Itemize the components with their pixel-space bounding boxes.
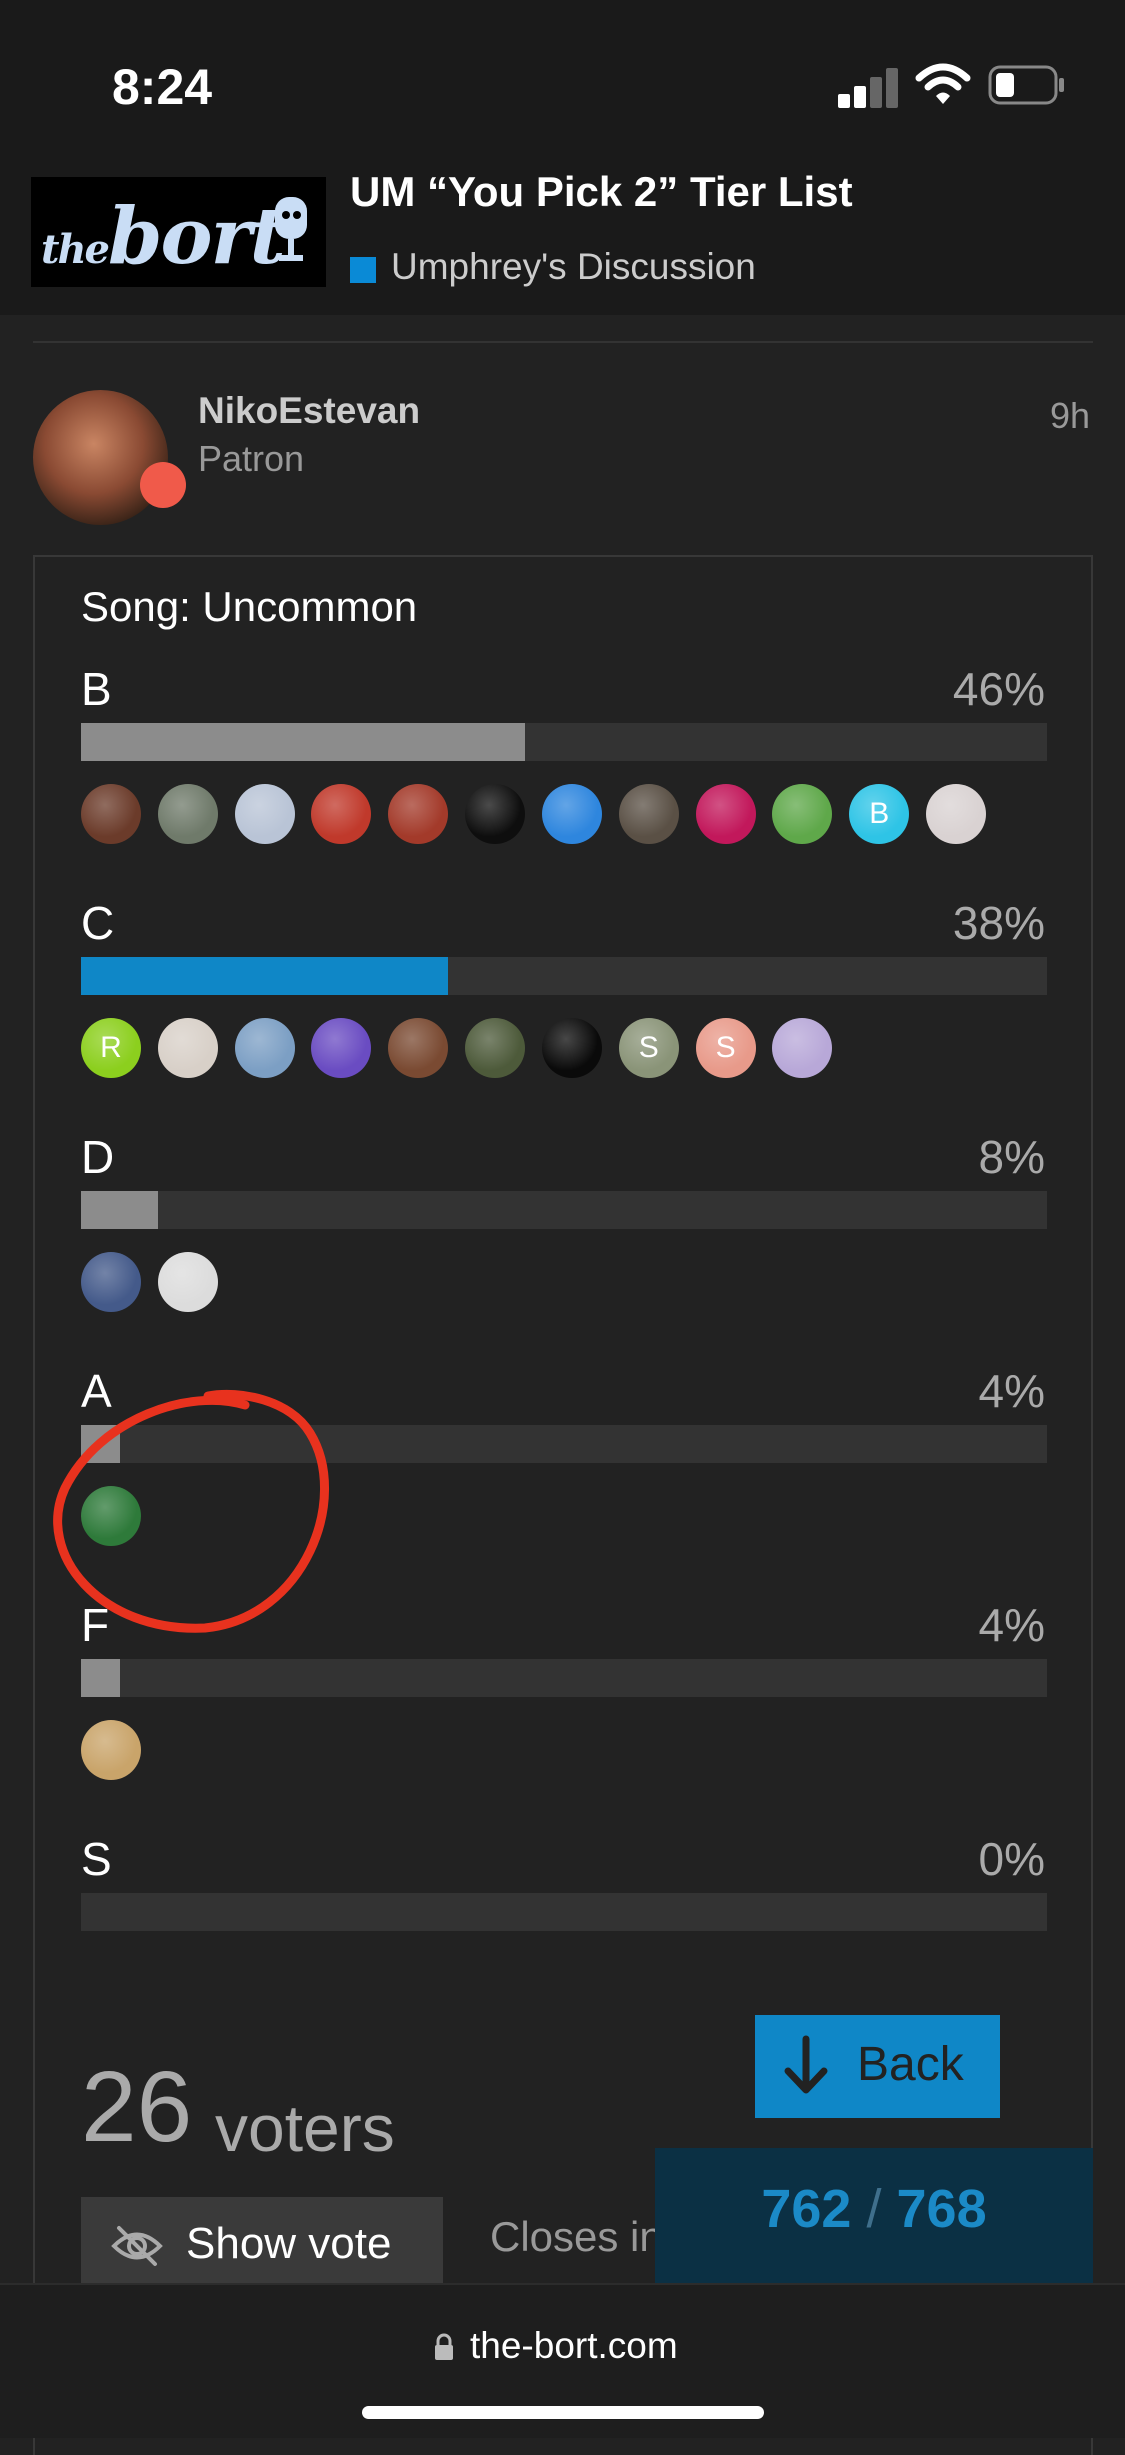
logo-prefix: the — [41, 226, 110, 273]
poll-option-bar — [81, 1893, 1047, 1931]
voter-avatar[interactable] — [388, 1018, 449, 1078]
lock-icon — [435, 2333, 453, 2360]
poll-option-label: C — [81, 897, 115, 949]
show-vote-label: Show vote — [186, 2219, 392, 2268]
poll-option-percent: 4% — [978, 1599, 1045, 1651]
voters-list: R SS — [81, 1018, 1047, 1078]
logo-main: bort — [108, 191, 286, 282]
poll-option-bar — [81, 1659, 1047, 1697]
microphone-icon — [275, 197, 307, 261]
user-status-dot — [140, 462, 186, 508]
poll-option-bar-fill — [81, 957, 449, 995]
poll-close-info: Closes in — [490, 2213, 655, 2260]
divider — [33, 341, 1093, 343]
poll-option-bar — [81, 957, 1047, 995]
back-button[interactable]: Back — [755, 2015, 1000, 2118]
status-time: 8:24 — [112, 59, 213, 115]
progress-separator: / — [866, 2179, 882, 2239]
poll-option-percent: 38% — [952, 897, 1045, 949]
progress-current: 762 — [761, 2179, 852, 2239]
poll-option-bar-fill — [81, 1191, 159, 1229]
voter-avatar[interactable] — [81, 1720, 141, 1780]
voter-avatar[interactable] — [465, 1018, 526, 1078]
poll-option-percent: 8% — [978, 1131, 1045, 1183]
avatar[interactable] — [33, 390, 168, 525]
home-indicator[interactable] — [362, 2406, 764, 2419]
url-text: the-bort.com — [470, 2325, 678, 2366]
poll-option-percent: 46% — [952, 663, 1045, 715]
user-title: Patron — [198, 438, 305, 479]
voter-avatar[interactable] — [695, 784, 756, 844]
voter-avatar[interactable]: S — [695, 1018, 756, 1078]
poll-title: Song: Uncommon — [81, 583, 418, 630]
poll-option-percent: 4% — [978, 1365, 1045, 1417]
voter-avatar[interactable] — [81, 784, 141, 844]
username[interactable]: NikoEstevan — [198, 390, 420, 432]
voter-avatar[interactable] — [311, 784, 372, 844]
arrow-down-icon — [784, 2035, 828, 2094]
category-link[interactable]: Umphrey's Discussion — [391, 246, 756, 288]
category-badge — [350, 257, 376, 283]
poll-option-percent: 0% — [978, 1833, 1045, 1885]
voter-avatar[interactable] — [541, 784, 602, 844]
battery-icon — [988, 65, 1064, 105]
progress-total: 768 — [896, 2179, 987, 2239]
topic-progress[interactable]: 762 / 768 — [655, 2148, 1093, 2283]
poll-option-bar-fill — [81, 1659, 120, 1697]
voters-list — [81, 1720, 1047, 1780]
voter-count-label: voters — [215, 2091, 395, 2165]
voter-avatar[interactable] — [311, 1018, 372, 1078]
poll-option-label: D — [81, 1131, 115, 1183]
voter-avatar[interactable] — [618, 784, 679, 844]
voter-avatar[interactable]: B — [849, 784, 910, 844]
voter-avatar[interactable] — [81, 1252, 141, 1312]
poll-option-bar — [81, 1191, 1047, 1229]
annotation-circle — [53, 1389, 329, 1633]
voter-avatar[interactable] — [772, 784, 833, 844]
poll-option-label: B — [81, 663, 112, 715]
voter-avatar[interactable] — [234, 784, 295, 844]
voter-avatar[interactable] — [541, 1018, 602, 1078]
voter-count: 26 — [81, 2051, 193, 2163]
voters-list: B — [81, 784, 1047, 844]
voter-avatar[interactable]: R — [81, 1018, 141, 1078]
voter-avatar[interactable] — [234, 1018, 295, 1078]
browser-address-bar[interactable]: the-bort.com — [0, 2283, 1125, 2438]
voters-list — [81, 1252, 1047, 1312]
site-logo[interactable]: thebort — [31, 177, 326, 287]
poll-option-label: S — [81, 1833, 112, 1885]
voter-avatar[interactable] — [388, 784, 449, 844]
voter-avatar[interactable] — [157, 1252, 218, 1312]
voter-avatar[interactable] — [772, 1018, 833, 1078]
voter-avatar[interactable]: S — [618, 1018, 679, 1078]
voter-avatar[interactable] — [157, 784, 218, 844]
cellular-signal-icon — [838, 66, 900, 108]
voter-avatar[interactable] — [157, 1018, 218, 1078]
voter-avatar[interactable] — [465, 784, 526, 844]
topic-title[interactable]: UM “You Pick 2” Tier List — [350, 168, 853, 216]
show-vote-button[interactable]: Show vote — [81, 2197, 443, 2287]
poll-option-bar — [81, 723, 1047, 761]
poll-option-bar-fill — [81, 723, 526, 761]
post-date[interactable]: 9h — [1050, 395, 1090, 437]
voter-avatar[interactable] — [926, 784, 987, 844]
back-button-label: Back — [857, 2038, 964, 2091]
eye-slash-icon — [111, 2226, 163, 2266]
wifi-icon — [915, 63, 971, 104]
